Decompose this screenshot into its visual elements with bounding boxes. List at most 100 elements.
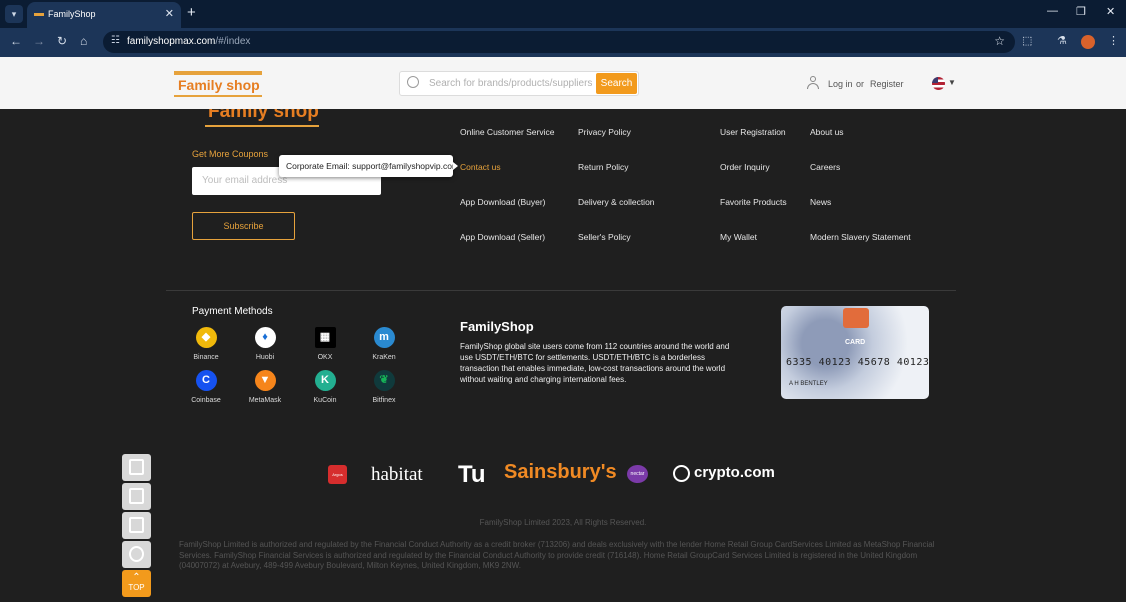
url-text[interactable]: familyshopmax.com/#/index (127, 36, 250, 47)
link-order-inquiry[interactable]: Order Inquiry (720, 162, 770, 172)
habitat-logo: habitat (371, 464, 423, 485)
side-button-wallet[interactable] (122, 454, 151, 481)
metamask-icon: ▼ (254, 370, 276, 391)
labs-icon[interactable]: ⚗ (1057, 34, 1067, 47)
search-placeholder: Search for brands/products/suppliers (429, 78, 593, 89)
link-return-policy[interactable]: Return Policy (578, 162, 629, 172)
sainsburys-logo: Sainsbury's (504, 461, 617, 483)
home-icon[interactable]: ⌂ (80, 34, 87, 48)
payment-label: OKX (317, 354, 333, 361)
bookmark-star-icon[interactable]: ☆ (994, 34, 1005, 48)
site-logo-text: Family shop (178, 77, 260, 93)
card-holder: A H BENTLEY (789, 381, 828, 387)
payment-label: Coinbase (191, 397, 221, 404)
argos-logo: Argos (328, 465, 347, 484)
back-icon[interactable]: ← (10, 34, 22, 48)
tab-close-icon[interactable]: ✕ (165, 7, 174, 20)
footer-divider (166, 290, 956, 291)
payment-label: Bitfinex (372, 397, 396, 404)
link-news[interactable]: News (810, 197, 831, 207)
side-button-card[interactable] (122, 512, 151, 539)
browser-menu-icon[interactable]: ⋮ (1108, 34, 1119, 47)
crypto-com-logo: crypto.com (673, 464, 775, 482)
crypto-lion-icon (673, 464, 690, 482)
search-button[interactable]: Search (596, 73, 637, 94)
search-icon (407, 76, 419, 88)
site-info-icon[interactable]: ☷ (111, 35, 120, 46)
side-button-like[interactable] (122, 483, 151, 510)
payment-metamask: ▼ MetaMask (245, 370, 285, 404)
payment-coinbase: C Coinbase (186, 370, 226, 404)
card-label: CARD (845, 339, 866, 346)
link-delivery-collection[interactable]: Delivery & collection (578, 197, 655, 207)
payment-huobi: ♦ Huobi (245, 327, 285, 361)
top-label: TOP (128, 583, 145, 592)
site-logo[interactable]: Family shop (174, 71, 262, 97)
tu-logo: Tu (458, 461, 486, 488)
about-title: FamilyShop (460, 319, 534, 334)
favicon-icon (34, 13, 44, 16)
browser-tab[interactable]: FamilyShop ✕ (27, 2, 181, 28)
link-user-registration[interactable]: User Registration (720, 127, 786, 137)
kucoin-icon: K (314, 370, 336, 391)
new-tab-button[interactable]: + (187, 4, 196, 21)
payment-label: Binance (193, 354, 219, 361)
huobi-icon: ♦ (254, 327, 276, 348)
payment-bitfinex: ❦ Bitfinex (364, 370, 404, 404)
footer-logo: Family shop (205, 109, 319, 127)
payment-okx: ▦ OKX (305, 327, 345, 361)
minimize-button[interactable]: — (1047, 5, 1058, 17)
wallet-icon (129, 459, 144, 475)
close-window-button[interactable]: ✕ (1106, 5, 1115, 18)
footer-logo-text: Family shop (208, 109, 319, 122)
login-link[interactable]: Log in (828, 79, 853, 89)
user-icon (807, 76, 819, 90)
browser-toolbar: ← → ↻ ⌂ ☷ familyshopmax.com/#/index ☆ ⬚ … (0, 28, 1126, 57)
kraken-icon: m (373, 327, 395, 348)
credit-card-image: CARD 6335 40123 45678 40123 A H BENTLEY (781, 306, 929, 399)
copyright-text: FamilyShop Limited 2023, All Rights Rese… (479, 518, 647, 527)
payment-kraken: m KraKen (364, 327, 404, 361)
email-placeholder: Your email address (202, 175, 288, 186)
link-privacy-policy[interactable]: Privacy Policy (578, 127, 631, 137)
payment-label: KraKen (372, 354, 396, 361)
address-bar[interactable]: ☷ familyshopmax.com/#/index ☆ (103, 31, 1015, 53)
thumbs-up-icon (129, 488, 144, 504)
chevron-up-icon: ⌃ (132, 572, 141, 583)
reload-icon[interactable]: ↻ (57, 34, 67, 48)
nectar-logo: nectar (627, 465, 648, 483)
link-modern-slavery[interactable]: Modern Slavery Statement (810, 232, 911, 242)
link-contact-us[interactable]: Contact us (460, 162, 501, 172)
card-icon (129, 517, 144, 533)
extensions-icon[interactable]: ⬚ (1022, 34, 1032, 47)
link-about-us[interactable]: About us (810, 127, 844, 137)
chevron-down-icon[interactable]: ▼ (948, 78, 956, 87)
tab-title: FamilyShop (48, 9, 96, 19)
payment-kucoin: K KuCoin (305, 370, 345, 404)
link-favorite-products[interactable]: Favorite Products (720, 197, 787, 207)
us-flag-icon[interactable] (932, 77, 945, 90)
url-host: familyshopmax.com (127, 36, 216, 47)
site-header: Family shop Search for brands/products/s… (0, 57, 1126, 109)
coinbase-icon: C (195, 370, 217, 391)
card-logo (843, 308, 869, 328)
link-careers[interactable]: Careers (810, 162, 840, 172)
register-link[interactable]: Register (870, 79, 904, 89)
coupon-label: Get More Coupons (192, 149, 269, 159)
subscribe-button[interactable]: Subscribe (192, 212, 295, 240)
maximize-button[interactable]: ❐ (1076, 5, 1086, 18)
profile-avatar[interactable] (1081, 35, 1095, 49)
binance-icon: ◆ (195, 327, 217, 348)
tab-search-icon[interactable]: ▾ (5, 5, 23, 23)
side-button-hot[interactable] (122, 541, 151, 568)
tooltip-text: Corporate Email: support@familyshopvip.c… (286, 161, 460, 171)
link-app-download-seller[interactable]: App Download (Seller) (460, 232, 545, 242)
link-sellers-policy[interactable]: Seller's Policy (578, 232, 631, 242)
link-online-customer-service[interactable]: Online Customer Service (460, 127, 554, 137)
link-app-download-buyer[interactable]: App Download (Buyer) (460, 197, 546, 207)
back-to-top-button[interactable]: ⌃ TOP (122, 570, 151, 597)
payment-methods-title: Payment Methods (192, 306, 273, 317)
forward-icon[interactable]: → (33, 34, 45, 48)
link-my-wallet[interactable]: My Wallet (720, 232, 757, 242)
bitfinex-icon: ❦ (373, 370, 395, 391)
